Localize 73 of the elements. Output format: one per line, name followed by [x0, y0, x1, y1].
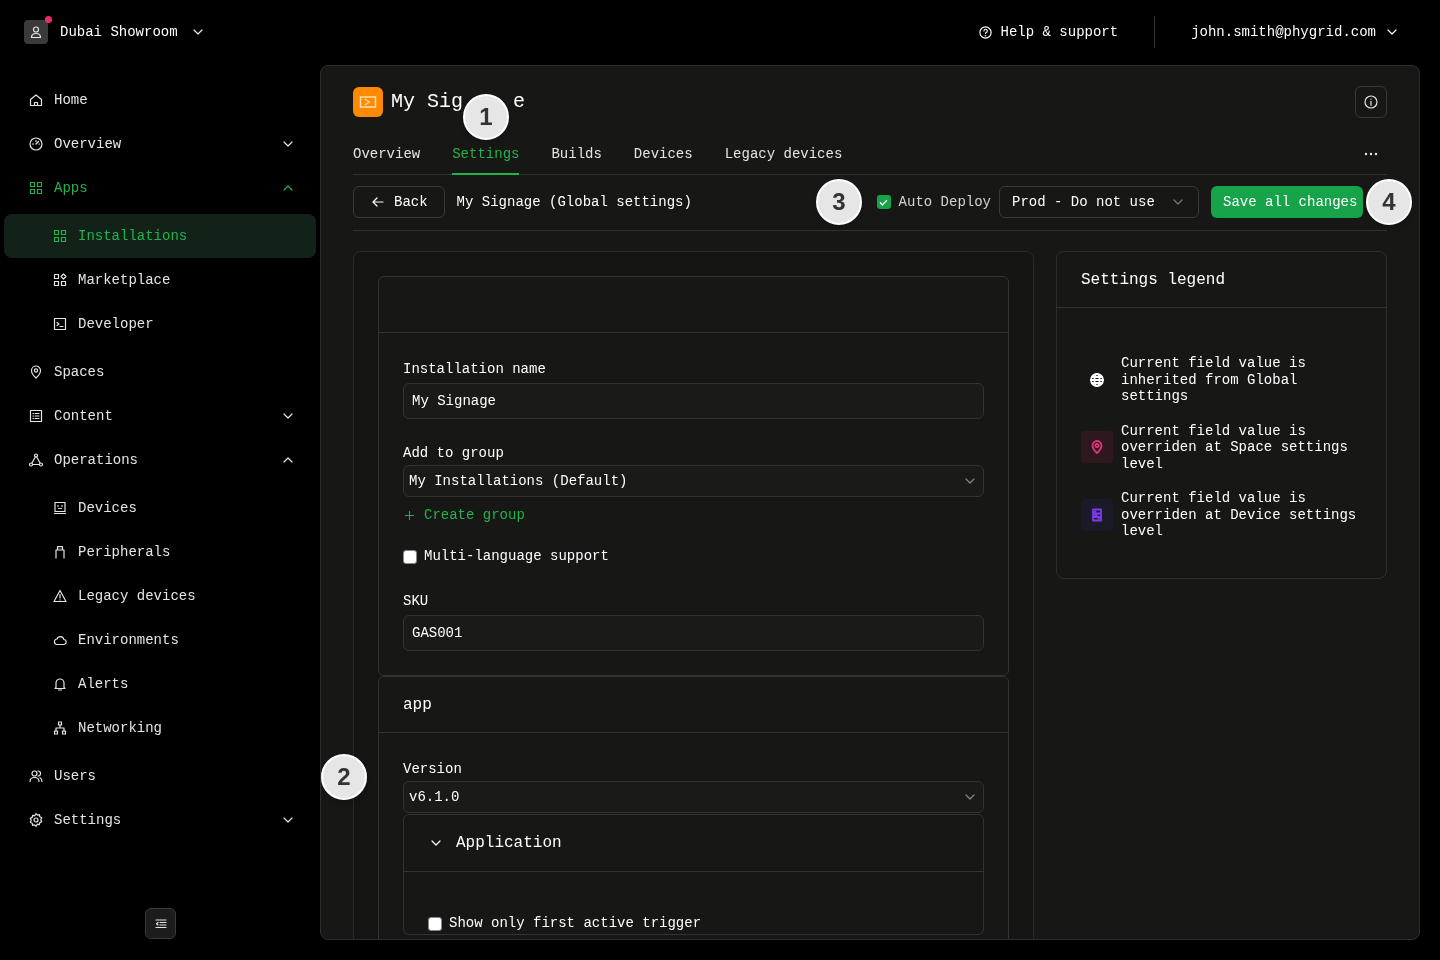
legend-title: Settings legend — [1081, 269, 1226, 291]
checkbox-label: Show only first active trigger — [449, 914, 702, 933]
warning-icon — [52, 588, 68, 604]
environment-select[interactable]: Prod - Do not use — [999, 186, 1199, 218]
peripheral-icon — [52, 544, 68, 560]
help-link[interactable]: Help & support — [977, 21, 1119, 43]
collapse-sidebar-button[interactable] — [145, 908, 176, 939]
sidebar-item[interactable]: Users — [0, 754, 320, 798]
settings-icon — [28, 812, 44, 828]
sidebar-item[interactable]: Operations — [0, 438, 320, 482]
select-field[interactable]: v6.1.0 — [403, 781, 984, 813]
users-icon — [28, 768, 44, 784]
sidebar-item[interactable]: Spaces — [0, 350, 320, 394]
user-menu[interactable]: john.smith@phygrid.com — [1191, 21, 1400, 43]
tab[interactable]: Settings — [452, 144, 520, 175]
person-icon — [28, 24, 44, 40]
shapes-icon — [52, 272, 68, 288]
sidebar-item[interactable]: Marketplace — [4, 258, 316, 302]
sidebar-item[interactable]: Overview — [0, 122, 320, 166]
sidebar-item[interactable]: Home — [0, 78, 320, 122]
sidebar-item[interactable]: Legacy devices — [4, 574, 316, 618]
tab[interactable]: Devices — [633, 144, 693, 175]
group-header[interactable]: Application — [404, 815, 983, 872]
sidebar-item[interactable]: Networking — [4, 706, 316, 750]
checkbox-label: Multi-language support — [424, 547, 609, 566]
sidebar-item[interactable]: Developer — [4, 302, 316, 346]
location-pin-icon — [28, 364, 44, 380]
gauge-icon — [28, 136, 44, 152]
checkbox[interactable] — [403, 549, 417, 564]
legend-text: Current field value is overriden at Device settings level — [1121, 490, 1358, 540]
info-button[interactable] — [1355, 86, 1387, 118]
sidebar-item[interactable]: Alerts — [4, 662, 316, 706]
legend-text: Current field value is overriden at Space settings level — [1121, 422, 1349, 472]
select-field[interactable]: My Installations (Default) — [403, 465, 984, 497]
terminal-icon — [52, 316, 68, 332]
checkbox[interactable] — [428, 916, 442, 931]
sidebar-item[interactable]: Devices — [4, 486, 316, 530]
sidebar-item[interactable]: Installations — [4, 214, 316, 258]
sidebar-item[interactable]: Environments — [4, 618, 316, 662]
bell-icon — [52, 676, 68, 692]
back-button[interactable]: Back — [353, 186, 445, 218]
checkbox-label: Auto Deploy — [898, 192, 991, 212]
monitor-icon — [52, 500, 68, 516]
nodes-icon — [28, 452, 44, 468]
network-icon — [52, 720, 68, 736]
field-label: Installation name — [403, 360, 547, 379]
plus-icon — [403, 509, 416, 522]
org-name[interactable]: Dubai Showroom — [60, 21, 178, 43]
tab[interactable]: Builds — [551, 144, 602, 175]
field-label: SKU — [403, 592, 430, 611]
checkbox[interactable] — [876, 195, 891, 209]
section-title: app — [403, 694, 432, 716]
info-icon — [1363, 94, 1379, 110]
input-field[interactable]: My Signage — [403, 383, 984, 419]
grid-icon — [28, 180, 44, 196]
list-icon — [28, 408, 44, 424]
home-icon — [28, 92, 44, 108]
app-title: My Sig — [391, 89, 463, 115]
tab[interactable]: Overview — [353, 144, 421, 175]
legend-text: Current field value is inherited from Global settings — [1121, 355, 1307, 405]
sidebar-item[interactable]: Content — [0, 394, 320, 438]
input-field[interactable]: GAS001 — [403, 615, 984, 651]
sidebar-item[interactable]: Settings — [0, 798, 320, 842]
field-label: Add to group — [403, 444, 505, 463]
grid-icon — [52, 228, 68, 244]
help-icon — [977, 24, 993, 40]
field-label: Version — [403, 760, 463, 779]
tab[interactable]: Legacy devices — [724, 144, 843, 175]
sidebar-item[interactable]: Apps — [0, 166, 320, 210]
sidebar-item[interactable]: Peripherals — [4, 530, 316, 574]
create-group-link[interactable]: Create group — [403, 505, 525, 526]
app-title: e — [513, 89, 526, 115]
breadcrumb: My Signage (Global settings) — [456, 192, 692, 212]
